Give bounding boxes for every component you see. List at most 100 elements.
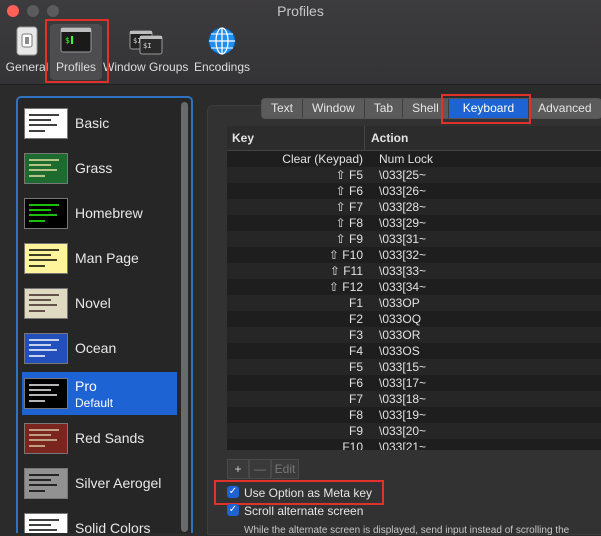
general-icon: [16, 26, 38, 56]
profile-item[interactable]: Red Sands: [22, 417, 177, 460]
key-cell: ⇧ F9: [335, 232, 363, 246]
table-row[interactable]: F8 \033[19~: [227, 407, 601, 423]
scroll-alternate-note: While the alternate screen is displayed,…: [244, 525, 570, 536]
action-cell: \033[34~: [379, 280, 427, 294]
globe-icon: [208, 27, 236, 55]
profile-item[interactable]: Man Page: [22, 237, 177, 280]
table-header: Key Action: [227, 126, 601, 151]
key-mapping-table[interactable]: Key Action Clear (Keypad) Num Lock ⇧ F5 \03…: [227, 126, 601, 450]
profile-item[interactable]: Ocean: [22, 327, 177, 370]
table-row[interactable]: ⇧ F12 \033[34~: [227, 279, 601, 295]
profiles-highlight-box: [45, 19, 109, 83]
toolbar-window-groups[interactable]: $I $I Window Groups: [103, 24, 188, 80]
action-cell: \033[15~: [379, 360, 427, 374]
key-cell: ⇧ F10: [328, 248, 363, 262]
profile-thumbnail: [24, 198, 68, 229]
keyboard-highlight-box: [441, 94, 531, 124]
tab-advanced[interactable]: Advanced: [529, 99, 600, 118]
table-row[interactable]: F10 \033[21~: [227, 439, 601, 450]
action-column-header[interactable]: Action: [364, 126, 408, 150]
table-row[interactable]: F1 \033OP: [227, 295, 601, 311]
profile-item[interactable]: Basic: [22, 102, 177, 145]
key-cell: Clear (Keypad): [282, 152, 363, 166]
table-row[interactable]: ⇧ F7 \033[28~: [227, 199, 601, 215]
profile-tabs: Text Window Tab Shell Keyboard Advanced: [261, 98, 601, 119]
toolbar-general[interactable]: General: [5, 24, 49, 80]
action-cell: \033[25~: [379, 168, 427, 182]
checkmark-icon: ✓: [227, 504, 239, 516]
action-cell: \033[17~: [379, 376, 427, 390]
profile-thumbnail: [24, 243, 68, 274]
key-cell: F2: [348, 312, 363, 326]
profile-thumbnail: [24, 513, 68, 533]
key-cell: F1: [348, 296, 363, 310]
profile-name: Novel: [75, 295, 111, 311]
window-groups-icon: $I $I: [129, 30, 163, 55]
window-title: Profiles: [277, 3, 324, 19]
table-row[interactable]: Clear (Keypad) Num Lock: [227, 151, 601, 167]
profile-name: Ocean: [75, 340, 117, 356]
action-cell: \033OR: [379, 328, 421, 342]
table-row[interactable]: F4 \033OS: [227, 343, 601, 359]
action-cell: \033[19~: [379, 408, 427, 422]
profile-item[interactable]: Grass: [22, 147, 177, 190]
profile-thumbnail: [24, 153, 68, 184]
action-cell: \033[28~: [379, 200, 427, 214]
key-cell: F3: [348, 328, 363, 342]
key-cell: ⇧ F8: [335, 216, 363, 230]
tab-text[interactable]: Text: [262, 99, 304, 118]
key-cell: F6: [348, 376, 363, 390]
toolbar-encodings[interactable]: Encodings: [193, 24, 251, 80]
action-cell: \033[32~: [379, 248, 427, 262]
key-cell: ⇧ F6: [335, 184, 363, 198]
edit-mapping-button[interactable]: Edit: [271, 459, 299, 479]
table-row[interactable]: ⇧ F10 \033[32~: [227, 247, 601, 263]
action-cell: \033[20~: [379, 424, 427, 438]
key-cell: F9: [348, 424, 363, 438]
tab-tab[interactable]: Tab: [365, 99, 404, 118]
profile-name: Solid Colors: [75, 520, 151, 533]
action-cell: Num Lock: [379, 152, 434, 166]
key-column-header[interactable]: Key: [232, 131, 254, 145]
profile-name: Red Sands: [75, 430, 145, 446]
profile-thumbnail: [24, 378, 68, 409]
table-row[interactable]: F5 \033[15~: [227, 359, 601, 375]
action-cell: \033OP: [379, 296, 420, 310]
profile-list-scrollbar[interactable]: [181, 102, 188, 532]
table-row[interactable]: ⇧ F9 \033[31~: [227, 231, 601, 247]
table-buttons: + — Edit: [227, 459, 299, 479]
profile-name: Grass: [75, 160, 113, 176]
action-cell: \033OQ: [379, 312, 422, 326]
table-row[interactable]: F3 \033OR: [227, 327, 601, 343]
tab-window[interactable]: Window: [303, 99, 365, 118]
profile-name: Man Page: [75, 250, 139, 266]
action-cell: \033[33~: [379, 264, 427, 278]
profile-item[interactable]: Solid Colors: [22, 507, 177, 533]
profile-thumbnail: [24, 333, 68, 364]
table-row[interactable]: F2 \033OQ: [227, 311, 601, 327]
profile-item[interactable]: Homebrew: [22, 192, 177, 235]
action-cell: \033[31~: [379, 232, 427, 246]
table-row[interactable]: ⇧ F5 \033[25~: [227, 167, 601, 183]
table-row[interactable]: ⇧ F6 \033[26~: [227, 183, 601, 199]
profile-thumbnail: [24, 423, 68, 454]
table-row[interactable]: F9 \033[20~: [227, 423, 601, 439]
profile-thumbnail: [24, 108, 68, 139]
table-row[interactable]: ⇧ F11 \033[33~: [227, 263, 601, 279]
profile-item[interactable]: Silver Aerogel: [22, 462, 177, 505]
profile-item[interactable]: Novel: [22, 282, 177, 325]
svg-text:$I: $I: [143, 42, 151, 50]
scroll-alternate-screen-checkbox[interactable]: ✓ Scroll alternate screen: [227, 503, 377, 519]
add-mapping-button[interactable]: +: [227, 459, 249, 479]
profile-list[interactable]: Basic Grass Homebrew Man Page Novel Ocean Pro D…: [16, 96, 193, 533]
table-row[interactable]: F6 \033[17~: [227, 375, 601, 391]
profile-item[interactable]: Pro Default: [22, 372, 177, 415]
action-cell: \033[26~: [379, 184, 427, 198]
scroll-alternate-screen-label: Scroll alternate screen: [244, 504, 364, 518]
action-cell: \033[18~: [379, 392, 427, 406]
key-cell: F10: [342, 440, 363, 450]
table-row[interactable]: F7 \033[18~: [227, 391, 601, 407]
remove-mapping-button[interactable]: —: [249, 459, 271, 479]
toolbar-encodings-label: Encodings: [193, 60, 251, 74]
table-row[interactable]: ⇧ F8 \033[29~: [227, 215, 601, 231]
